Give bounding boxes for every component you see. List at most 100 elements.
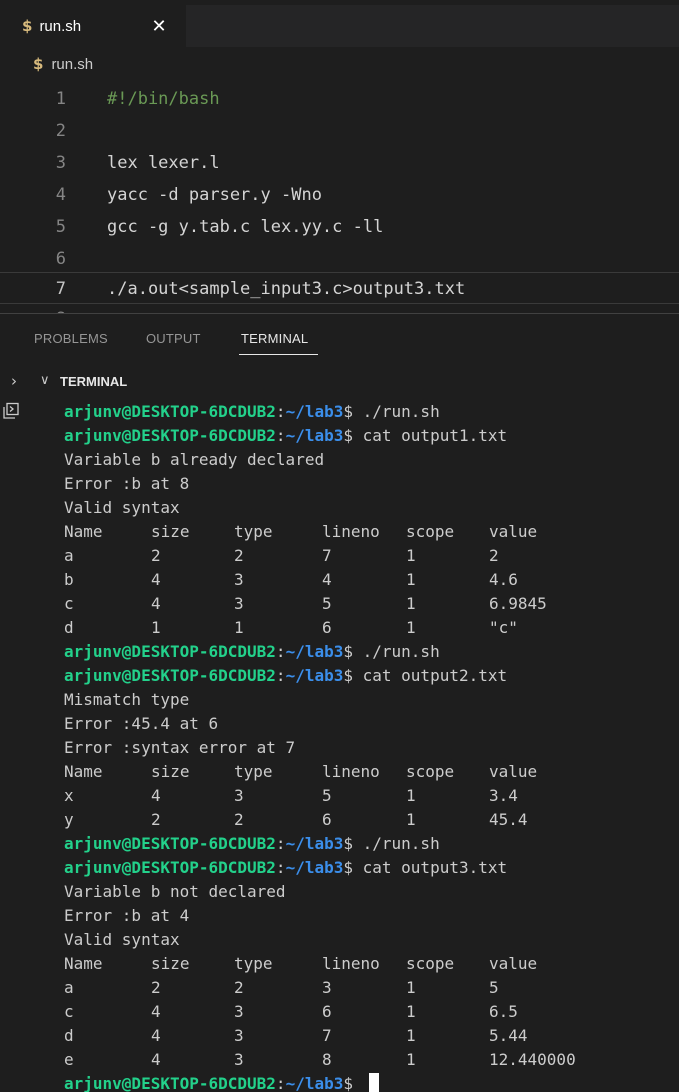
table-header-cell: lineno <box>322 954 380 973</box>
terminal-command: ./run.sh <box>353 402 440 421</box>
prompt-user: arjunv@DESKTOP-6DCDUB2 <box>64 642 276 661</box>
code-line: 8 <box>0 303 679 313</box>
table-cell: 7 <box>322 1026 332 1045</box>
prompt-path: ~/lab3 <box>285 666 344 685</box>
terminal-section-header[interactable]: › ∨ TERMINAL <box>0 368 679 396</box>
close-icon[interactable]: ✕ <box>148 15 170 37</box>
table-cell: 6 <box>322 618 332 637</box>
table-header-cell: Name <box>64 954 103 973</box>
table-cell: a <box>64 546 74 565</box>
prompt-user: arjunv@DESKTOP-6DCDUB2 <box>64 426 276 445</box>
terminal-cursor <box>368 1073 379 1092</box>
table-cell: 5 <box>322 594 332 613</box>
table-cell: 1 <box>234 618 244 637</box>
table-cell: 3 <box>234 1026 244 1045</box>
prompt-user: arjunv@DESKTOP-6DCDUB2 <box>64 858 276 877</box>
prompt-colon: : <box>275 858 286 877</box>
tab-output[interactable]: OUTPUT <box>146 331 201 346</box>
prompt-user: arjunv@DESKTOP-6DCDUB2 <box>64 834 276 853</box>
terminal-prompt-line: arjunv@DESKTOP-6DCDUB2:~/lab3$ cat outpu… <box>64 856 507 880</box>
terminal-section-title: TERMINAL <box>60 374 128 389</box>
table-cell: 1 <box>406 1002 416 1021</box>
table-cell: 5 <box>489 978 499 997</box>
code-line: 5 gcc -g y.tab.c lex.yy.c -ll <box>0 211 679 243</box>
table-cell: 1 <box>406 786 416 805</box>
editor-tab-run-sh[interactable]: $ run.sh ✕ <box>0 5 186 47</box>
terminal-prompt-line: arjunv@DESKTOP-6DCDUB2:~/lab3$ ./run.sh <box>64 640 440 664</box>
table-cell: 1 <box>406 594 416 613</box>
table-cell: d <box>64 618 74 637</box>
table-cell: 6 <box>322 1002 332 1021</box>
table-cell: d <box>64 1026 74 1045</box>
terminal-output-line: Valid syntax <box>64 930 180 949</box>
table-cell: y <box>64 810 74 829</box>
prompt-user: arjunv@DESKTOP-6DCDUB2 <box>64 402 276 421</box>
code-text: #!/bin/bash <box>107 89 220 109</box>
chevron-right-icon[interactable]: › <box>11 372 17 390</box>
prompt-path: ~/lab3 <box>285 426 344 445</box>
terminal-prompt-line: arjunv@DESKTOP-6DCDUB2:~/lab3$ cat outpu… <box>64 664 507 688</box>
symbol-table-header: Name size type lineno scope value <box>64 520 624 544</box>
table-cell: 3 <box>234 1050 244 1069</box>
table-cell: e <box>64 1050 74 1069</box>
table-cell: 2 <box>234 810 244 829</box>
table-cell: c <box>64 594 74 613</box>
prompt-path: ~/lab3 <box>285 402 344 421</box>
table-cell: 4 <box>151 1002 161 1021</box>
terminal-output-line: Valid syntax <box>64 498 180 517</box>
prompt-sign: $ <box>343 642 353 661</box>
symbol-table-row: y 2 2 6 1 45.4 <box>64 808 624 832</box>
table-cell: 6.5 <box>489 1002 518 1021</box>
table-cell: 2 <box>489 546 499 565</box>
prompt-colon: : <box>275 1074 286 1092</box>
chevron-down-icon[interactable]: ∨ <box>40 373 50 388</box>
table-cell: 3 <box>234 786 244 805</box>
table-header-cell: scope <box>406 762 455 781</box>
code-text: ./a.out<sample_input3.c>output3.txt <box>107 279 466 299</box>
prompt-sign: $ <box>343 666 353 685</box>
tab-terminal[interactable]: TERMINAL <box>241 331 308 346</box>
terminal-command: cat output2.txt <box>353 666 508 685</box>
terminal-output[interactable]: arjunv@DESKTOP-6DCDUB2:~/lab3$ ./run.sh a… <box>0 396 679 1092</box>
shell-file-icon: $ <box>22 17 33 35</box>
terminal-command: cat output3.txt <box>353 858 508 877</box>
table-header-cell: size <box>151 522 190 541</box>
table-cell: 3 <box>234 594 244 613</box>
table-header-cell: type <box>234 762 273 781</box>
line-number: 1 <box>55 89 66 109</box>
code-text: lex lexer.l <box>107 153 220 173</box>
terminal-prompt-line: arjunv@DESKTOP-6DCDUB2:~/lab3$ ./run.sh <box>64 832 440 856</box>
terminal-command: ./run.sh <box>353 642 440 661</box>
terminal-output-line: Mismatch type <box>64 690 190 709</box>
symbol-table-row: e 4 3 8 1 12.440000 <box>64 1048 624 1072</box>
table-header-cell: type <box>234 522 273 541</box>
table-cell: 6 <box>322 810 332 829</box>
tab-problems[interactable]: PROBLEMS <box>34 331 108 346</box>
table-cell: x <box>64 786 74 805</box>
split-terminal-icon[interactable] <box>2 402 20 420</box>
terminal-prompt-line: arjunv@DESKTOP-6DCDUB2:~/lab3$ ./run.sh <box>64 400 440 424</box>
terminal-output-line: Error :45.4 at 6 <box>64 714 219 733</box>
code-editor[interactable]: 1 #!/bin/bash 2 3 lex lexer.l 4 yacc -d … <box>0 81 679 313</box>
code-text: gcc -g y.tab.c lex.yy.c -ll <box>107 217 384 237</box>
table-cell: 2 <box>151 810 161 829</box>
editor-tab-bar: $ run.sh ✕ <box>0 5 679 47</box>
table-cell: 8 <box>322 1050 332 1069</box>
table-header-cell: scope <box>406 522 455 541</box>
table-header-cell: value <box>489 954 538 973</box>
code-line: 4 yacc -d parser.y -Wno <box>0 179 679 211</box>
table-header-cell: size <box>151 954 190 973</box>
symbol-table-row: x 4 3 5 1 3.4 <box>64 784 624 808</box>
table-cell: 1 <box>406 978 416 997</box>
table-cell: 4 <box>151 786 161 805</box>
terminal-output-line: Error :b at 4 <box>64 906 190 925</box>
table-cell: 45.4 <box>489 810 528 829</box>
breadcrumb-file[interactable]: run.sh <box>51 56 93 73</box>
table-cell: 2 <box>234 546 244 565</box>
editor-tab-title: run.sh <box>39 17 82 35</box>
terminal-prompt-line: arjunv@DESKTOP-6DCDUB2:~/lab3$ <box>64 1072 379 1092</box>
terminal-output-line: Error :syntax error at 7 <box>64 738 296 757</box>
terminal-output-line: Error :b at 8 <box>64 474 190 493</box>
prompt-sign: $ <box>343 834 353 853</box>
terminal-output-line: Variable b not declared <box>64 882 286 901</box>
